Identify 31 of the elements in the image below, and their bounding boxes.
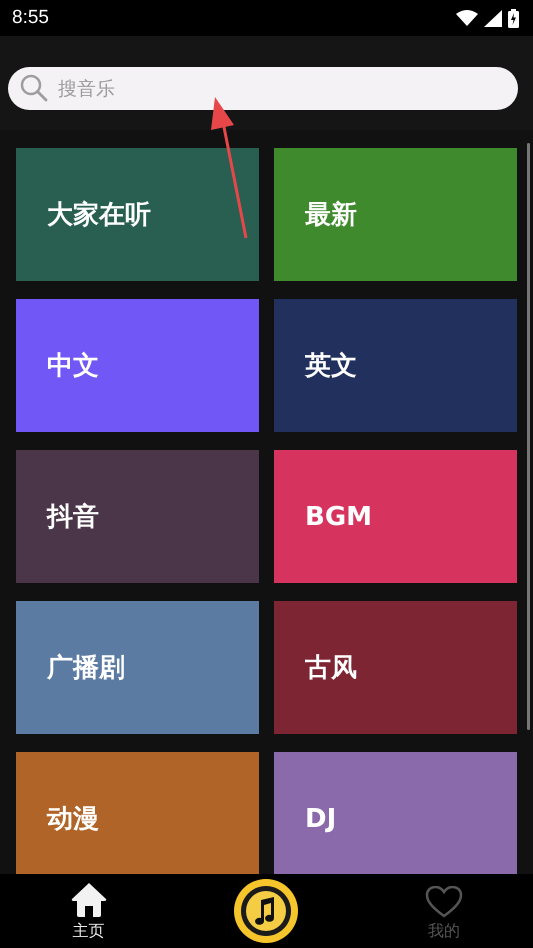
category-tile[interactable]: 最新 bbox=[274, 148, 517, 281]
search-icon bbox=[20, 74, 48, 102]
category-label: 英文 bbox=[305, 350, 357, 383]
category-tile[interactable]: 古风 bbox=[274, 601, 517, 734]
category-tile[interactable]: 大家在听 bbox=[16, 148, 259, 281]
category-label: 抖音 bbox=[47, 501, 99, 534]
category-tile[interactable]: BGM bbox=[274, 450, 517, 583]
home-icon bbox=[70, 882, 106, 918]
category-label: 中文 bbox=[47, 350, 99, 383]
battery-icon bbox=[508, 8, 519, 28]
category-label: DJ bbox=[305, 804, 336, 834]
category-tile[interactable]: 广播剧 bbox=[16, 601, 259, 734]
category-tile[interactable]: DJ bbox=[274, 752, 517, 874]
status-time: 8:55 bbox=[12, 7, 50, 29]
category-tile[interactable]: 英文 bbox=[274, 299, 517, 432]
nav-tab[interactable]: 我的 bbox=[355, 874, 533, 948]
heart-icon bbox=[425, 886, 463, 918]
signal-icon bbox=[484, 10, 502, 26]
category-label: 动漫 bbox=[47, 803, 99, 836]
search-field[interactable]: 搜音乐 bbox=[8, 67, 518, 110]
music-disc-button[interactable] bbox=[233, 878, 299, 944]
wifi-icon bbox=[456, 10, 478, 26]
category-label: 大家在听 bbox=[47, 199, 151, 232]
nav-tab[interactable]: 主页 bbox=[0, 874, 177, 948]
category-label: 广播剧 bbox=[47, 652, 125, 685]
category-label: 最新 bbox=[305, 199, 357, 232]
category-tile[interactable]: 中文 bbox=[16, 299, 259, 432]
category-label: BGM bbox=[305, 502, 372, 532]
category-label: 古风 bbox=[305, 652, 357, 685]
category-tile[interactable]: 动漫 bbox=[16, 752, 259, 874]
category-tile[interactable]: 抖音 bbox=[16, 450, 259, 583]
